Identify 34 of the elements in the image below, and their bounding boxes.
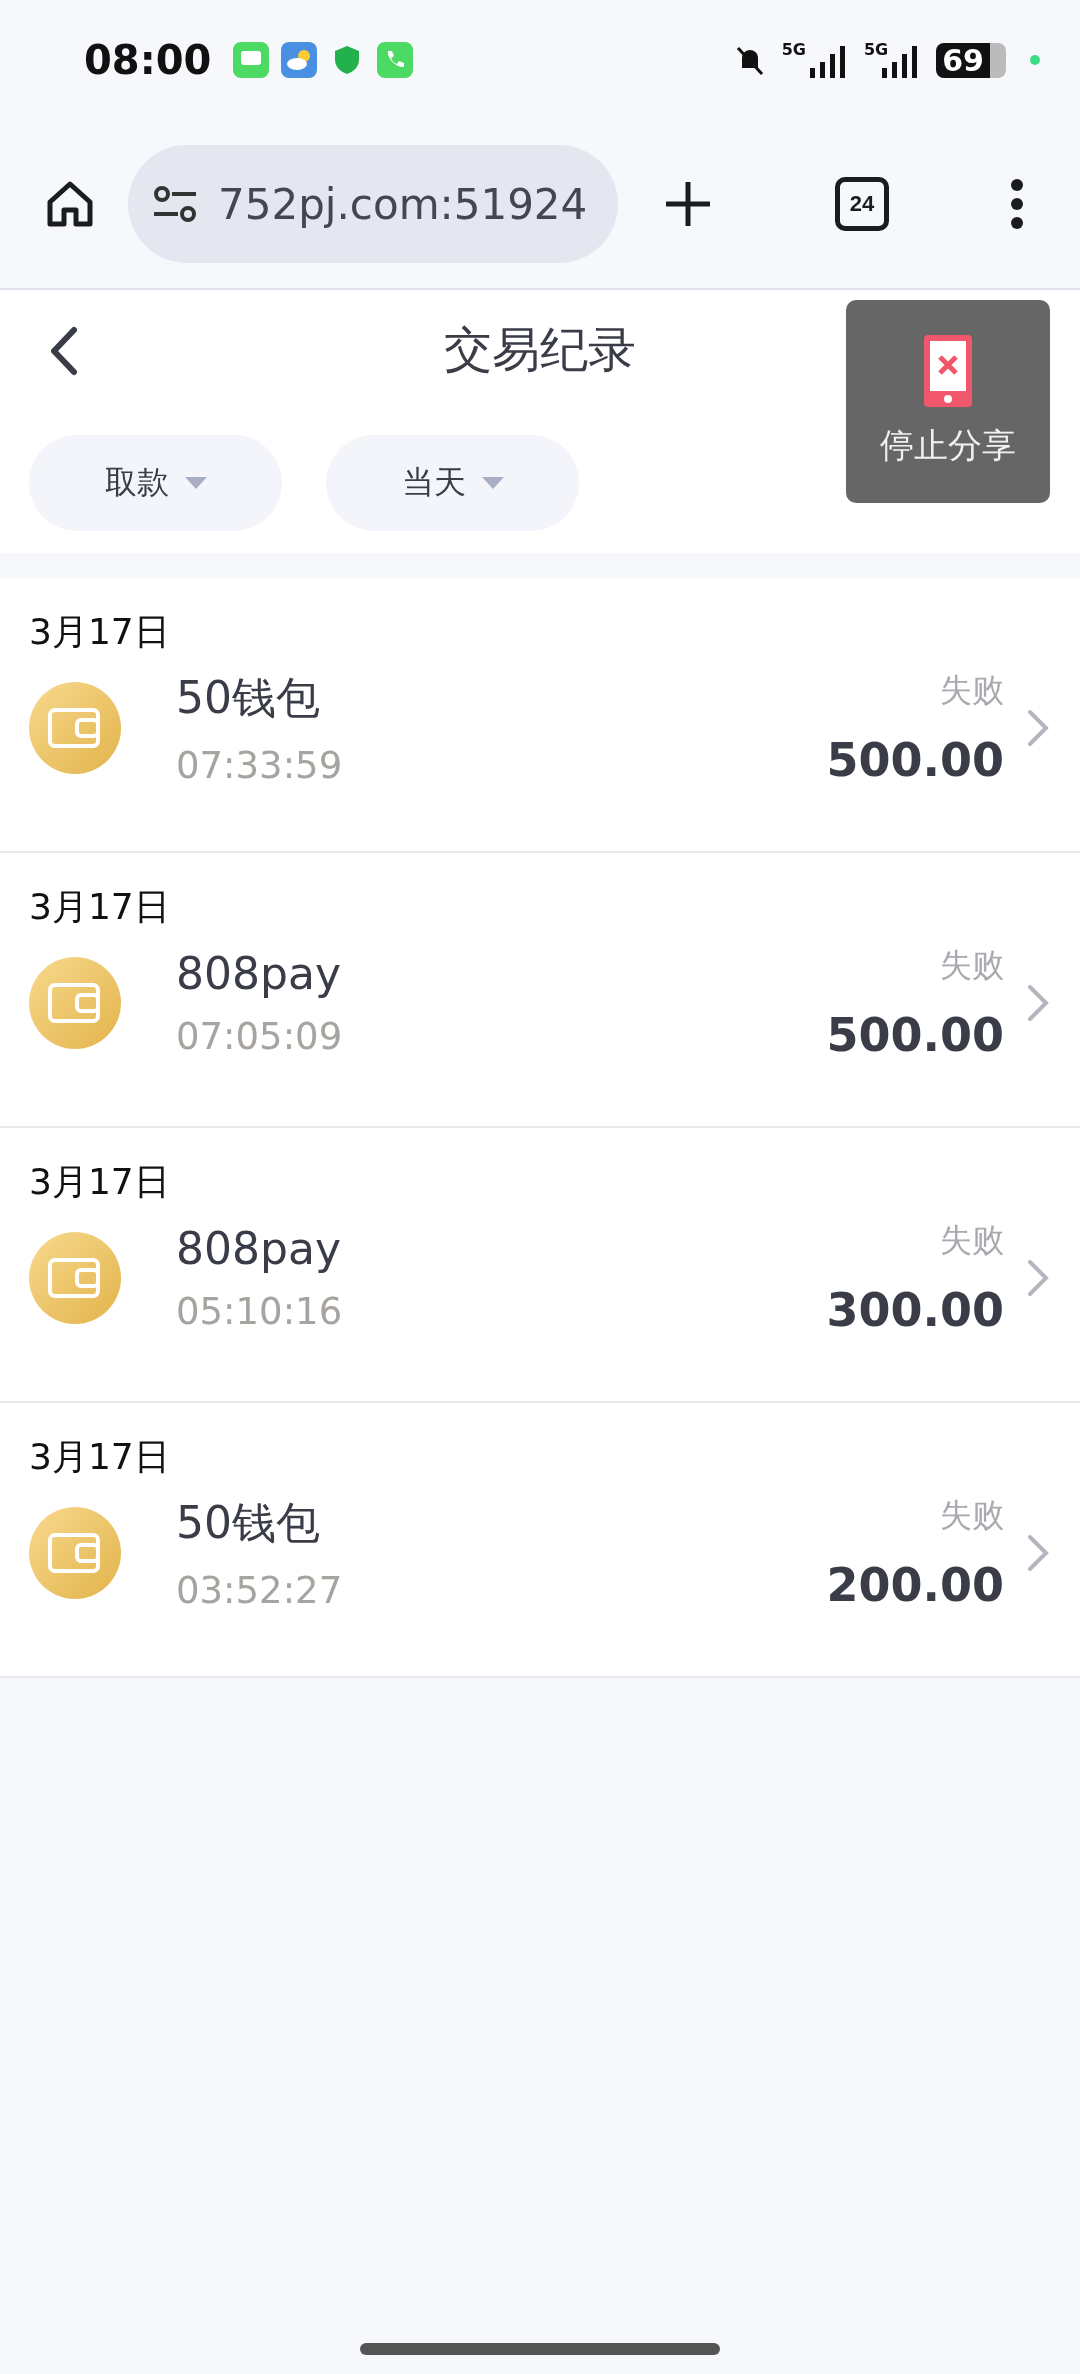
transaction-date: 3月17日 — [29, 610, 170, 654]
transaction-status: 失败 — [940, 670, 1004, 711]
filter-dropdown[interactable]: 当天 — [326, 435, 579, 531]
transaction-status: 失败 — [940, 1220, 1004, 1261]
transaction-time: 07:33:59 — [176, 744, 343, 787]
page-title: 交易纪录 — [444, 320, 636, 379]
transaction-row[interactable]: 3月17日 808pay 07:05:09 失败 500.00 — [0, 853, 1080, 1128]
payment-name: 808pay — [176, 1223, 341, 1274]
transaction-time: 03:52:27 — [176, 1569, 343, 1612]
transaction-row[interactable]: 3月17日 50钱包 07:33:59 失败 500.00 — [0, 578, 1080, 853]
url-text: 752pj.com:51924 — [218, 179, 588, 229]
payment-name: 50钱包 — [176, 671, 320, 725]
battery-level: 69 — [936, 42, 1006, 78]
transaction-amount: 500.00 — [826, 733, 1004, 787]
filter-dropdown[interactable]: 取款 — [29, 435, 282, 531]
transaction-amount: 200.00 — [826, 1558, 1004, 1612]
network-type: 5G — [864, 40, 889, 59]
network-type: 5G — [781, 40, 806, 59]
address-bar[interactable]: 752pj.com:51924 — [128, 145, 618, 263]
transaction-date: 3月17日 — [29, 1435, 170, 1479]
payment-name: 808pay — [176, 948, 341, 999]
transaction-date: 3月17日 — [29, 885, 170, 929]
stop-sharing-button[interactable]: 停止分享 — [846, 300, 1050, 503]
status-time: 08:00 — [84, 37, 212, 83]
transaction-amount: 500.00 — [826, 1008, 1004, 1062]
transaction-row[interactable]: 3月17日 808pay 05:10:16 失败 300.00 — [0, 1128, 1080, 1403]
transaction-date: 3月17日 — [29, 1160, 170, 1204]
transaction-status: 失败 — [940, 1495, 1004, 1536]
transaction-time: 05:10:16 — [176, 1290, 343, 1333]
transaction-time: 07:05:09 — [176, 1015, 343, 1058]
transaction-amount: 300.00 — [826, 1283, 1004, 1337]
transaction-row[interactable]: 3月17日 50钱包 03:52:27 失败 200.00 — [0, 1403, 1080, 1678]
payment-name: 50钱包 — [176, 1496, 320, 1550]
transaction-status: 失败 — [940, 945, 1004, 986]
